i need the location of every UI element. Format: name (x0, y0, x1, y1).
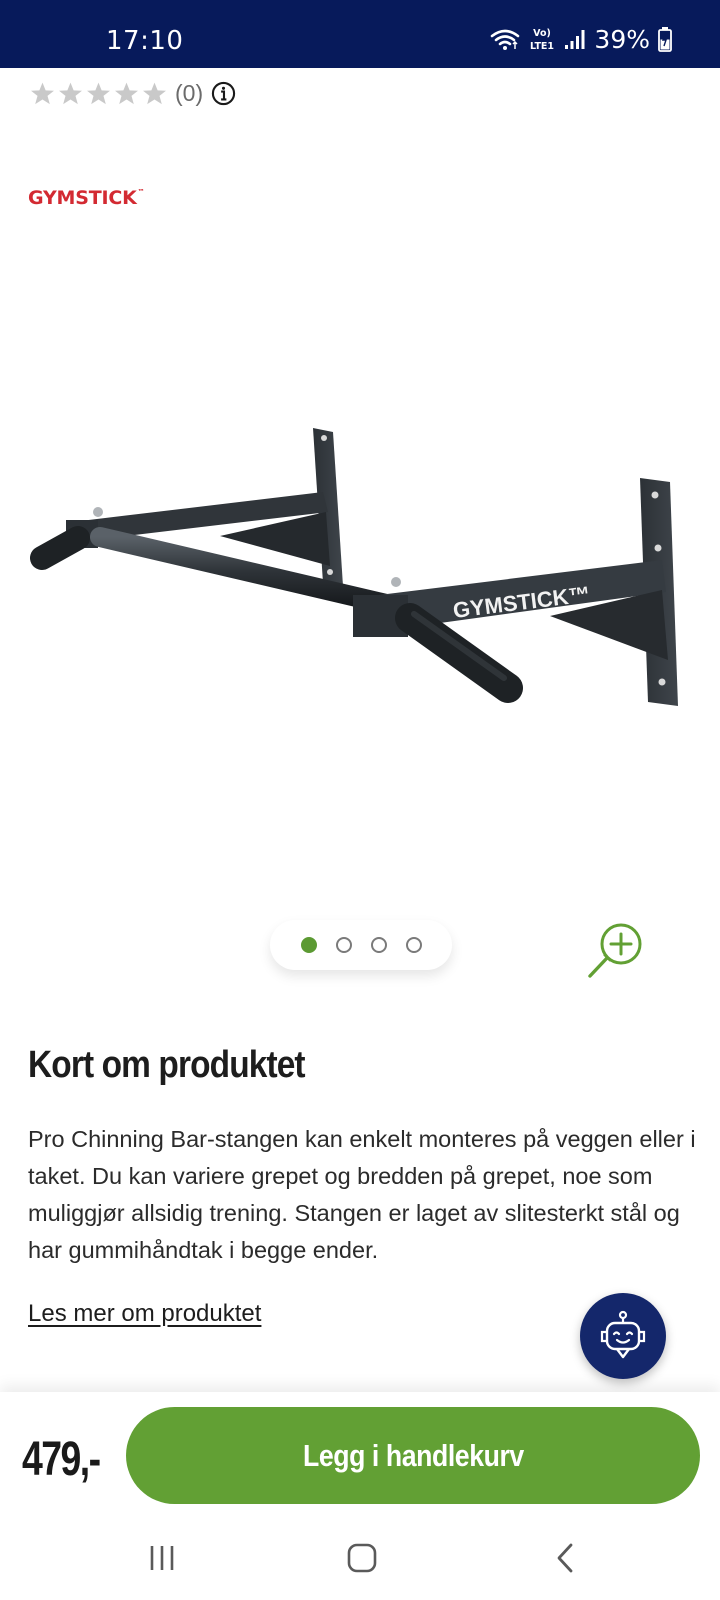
read-more-link[interactable]: Les mer om produktet (28, 1300, 261, 1328)
brand-name: GYMSTICK (28, 187, 137, 209)
pager-dot[interactable] (335, 937, 352, 953)
recent-apps-button[interactable] (142, 1538, 182, 1578)
battery-icon (658, 27, 672, 52)
brand-trademark: ™ (137, 188, 145, 196)
star-icon (115, 82, 138, 104)
product-image[interactable]: GYMSTICK™ (30, 420, 696, 730)
brand-logo[interactable]: GYMSTICK™ (28, 187, 145, 209)
svg-text:Vo): Vo) (534, 28, 552, 39)
add-to-cart-label: Legg i handlekurv (302, 1437, 524, 1473)
price: 479,- (22, 1433, 101, 1486)
star-rating (30, 81, 167, 106)
star-icon (31, 82, 54, 104)
pager-dot[interactable] (300, 937, 317, 953)
zoom-in-icon[interactable] (585, 920, 647, 982)
status-icons: Vo) LTE1 39% (490, 24, 672, 54)
star-icon (59, 82, 82, 104)
back-icon (557, 1543, 573, 1573)
image-pager (270, 920, 452, 970)
star-icon (87, 82, 110, 104)
battery-percentage: 39% (594, 24, 650, 54)
recent-apps-icon (150, 1546, 174, 1570)
rating-count: (0) (175, 79, 204, 106)
info-icon[interactable] (211, 81, 236, 106)
section-title: Kort om produktet (28, 1044, 306, 1086)
svg-text:LTE1: LTE1 (530, 41, 554, 52)
chatbot-button[interactable] (580, 1293, 666, 1379)
back-button[interactable] (546, 1538, 586, 1578)
product-description: Pro Chinning Bar-stangen kan enkelt mont… (28, 1126, 696, 1263)
status-time: 17:10 (106, 26, 184, 56)
add-to-cart-button[interactable]: Legg i handlekurv (126, 1407, 700, 1504)
signal-icon (565, 30, 585, 49)
pager-dot[interactable] (370, 937, 387, 953)
chatbot-icon (600, 1310, 646, 1359)
pager-dot[interactable] (405, 937, 422, 953)
volte-icon: Vo) LTE1 (530, 28, 554, 52)
star-icon (143, 82, 166, 104)
home-button[interactable] (342, 1538, 382, 1578)
wifi-icon (491, 29, 520, 50)
purchase-bar: 479,- Legg i handlekurv (0, 1392, 720, 1514)
status-bar: 17:10 Vo) LTE1 39% (0, 0, 720, 68)
rating-row[interactable]: (0) (30, 78, 236, 108)
home-icon (347, 1543, 377, 1573)
system-nav-bar (0, 1514, 720, 1600)
